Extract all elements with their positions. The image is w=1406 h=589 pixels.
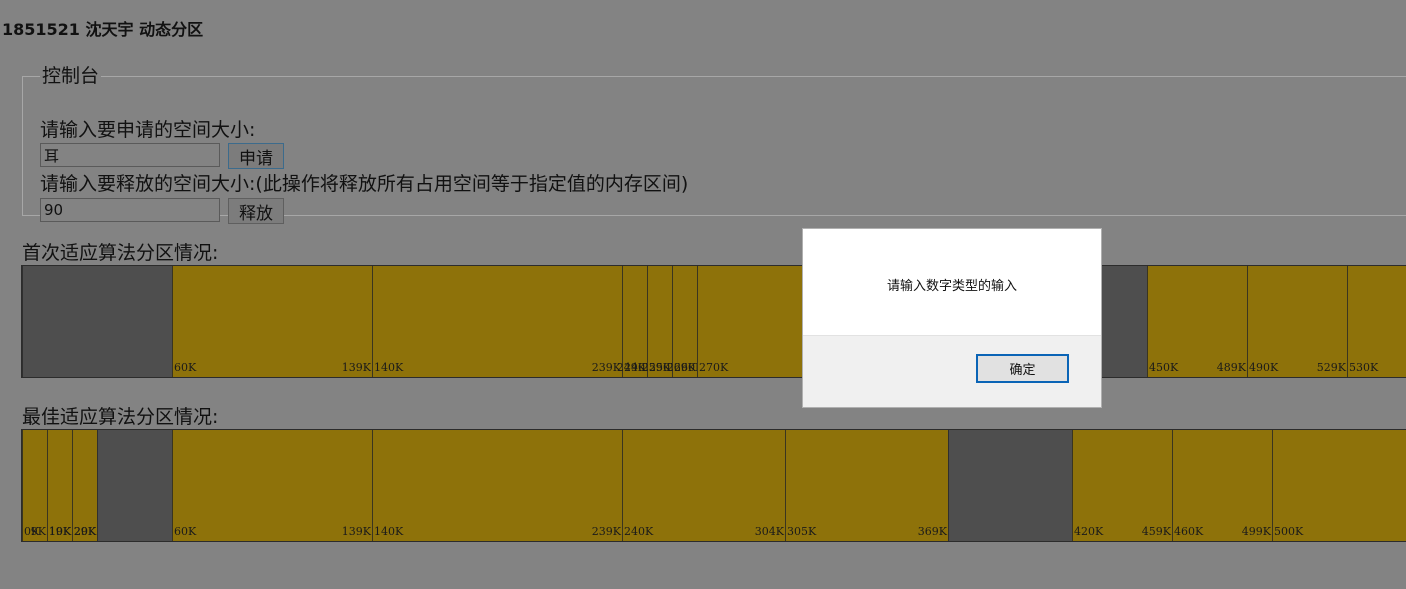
apply-size-input[interactable] <box>40 143 220 167</box>
memory-block: 490K 529K <box>1247 266 1348 377</box>
memory-block: 60K 139K <box>172 430 373 541</box>
memory-block: 305K 369K <box>785 430 949 541</box>
block-start-address: 450K <box>1149 361 1179 374</box>
block-end-address: 269K <box>666 361 696 374</box>
block-start-address: 270K <box>699 361 729 374</box>
block-start-address: 530K <box>1349 361 1379 374</box>
block-end-address: 29K <box>73 525 96 538</box>
memory-block: 420K 459K <box>1072 430 1173 541</box>
block-end-address: 239K <box>591 525 621 538</box>
block-end-address: 139K <box>341 361 371 374</box>
console-panel: 控制台 请输入要申请的空间大小: 申请 请输入要释放的空间大小:(此操作将释放所… <box>22 65 1406 224</box>
memory-block: 530K <box>1347 266 1406 377</box>
memory-block: 140K 239K <box>372 266 623 377</box>
block-start-address: 140K <box>374 525 404 538</box>
memory-block: 450K 489K <box>1147 266 1248 377</box>
block-start-address: 305K <box>787 525 817 538</box>
memory-block <box>97 430 173 541</box>
dialog-footer: 确定 <box>803 335 1101 407</box>
memory-block: 240K 304K <box>622 430 786 541</box>
memory-block: 20K 29K <box>72 430 98 541</box>
block-end-address: 304K <box>754 525 784 538</box>
memory-block <box>22 266 173 377</box>
block-end-address: 499K <box>1241 525 1271 538</box>
memory-block: 500K <box>1272 430 1406 541</box>
dialog-ok-button[interactable]: 确定 <box>976 354 1069 383</box>
block-start-address: 460K <box>1174 525 1204 538</box>
block-end-address: 139K <box>341 525 371 538</box>
memory-block: 10K 19K <box>47 430 73 541</box>
block-end-address: 459K <box>1141 525 1171 538</box>
block-start-address: 420K <box>1074 525 1104 538</box>
apply-button[interactable]: 申请 <box>228 143 284 169</box>
block-start-address: 490K <box>1249 361 1279 374</box>
block-end-address: 9K <box>30 525 46 538</box>
first-fit-memory-bar: 60K 139K 140K 239K 240K 249K 250K 259K 260K 2… <box>21 265 1406 378</box>
block-start-address: 240K <box>624 525 654 538</box>
alert-dialog: 请输入数字类型的输入 确定 <box>802 228 1102 408</box>
block-end-address: 529K <box>1316 361 1346 374</box>
console-legend: 控制台 <box>42 65 100 87</box>
release-size-input[interactable] <box>40 198 220 222</box>
dialog-message: 请输入数字类型的输入 <box>886 279 1017 294</box>
block-start-address: 140K <box>374 361 404 374</box>
block-start-address: 60K <box>174 525 197 538</box>
memory-block: 0K 9K <box>22 430 48 541</box>
block-start-address: 500K <box>1274 525 1304 538</box>
best-fit-title: 最佳适应算法分区情况: <box>22 406 219 428</box>
memory-block <box>948 430 1073 541</box>
page-title: 1851521 沈天宇 动态分区 <box>2 20 204 39</box>
memory-block: 260K 269K <box>667 266 703 377</box>
best-fit-memory-bar: 0K 9K 10K 19K 20K 29K 60K 139K 140K 239K 240K… <box>21 429 1406 542</box>
release-size-label: 请输入要释放的空间大小:(此操作将释放所有占用空间等于指定值的内存区间) <box>40 173 689 195</box>
first-fit-title: 首次适应算法分区情况: <box>22 242 219 264</box>
block-end-address: 369K <box>917 525 947 538</box>
apply-size-label: 请输入要申请的空间大小: <box>40 119 256 141</box>
block-end-address: 489K <box>1216 361 1246 374</box>
release-button[interactable]: 释放 <box>228 198 284 224</box>
memory-block: 60K 139K <box>172 266 373 377</box>
block-start-address: 60K <box>174 361 197 374</box>
memory-block: 460K 499K <box>1172 430 1273 541</box>
block-end-address: 19K <box>48 525 71 538</box>
memory-block: 140K 239K <box>372 430 623 541</box>
